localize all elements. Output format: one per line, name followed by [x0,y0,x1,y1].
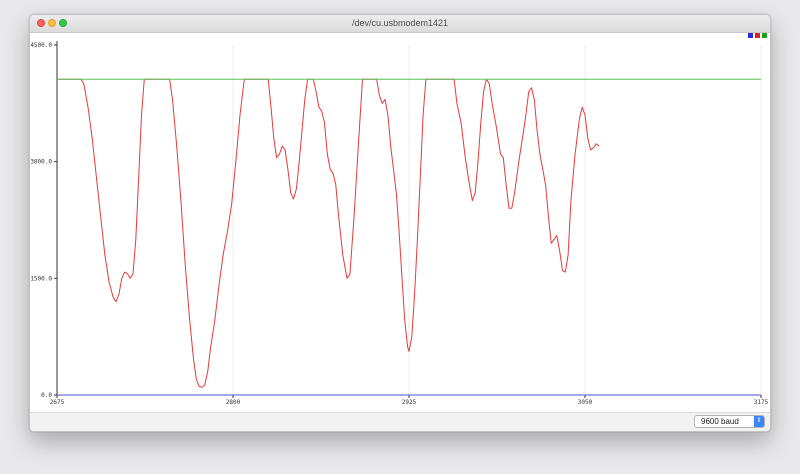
x-tick-label: 2925 [402,399,417,406]
x-tick-label: 3175 [754,399,769,406]
x-tick-label: 2800 [226,399,241,406]
title-bar[interactable]: /dev/cu.usbmodem1421 [30,15,770,33]
series-line-red [57,78,600,388]
plot-area: 4500.0 3000.0 1500.0 0.02675 2800 2925 3050 317… [30,41,769,406]
bottom-toolbar: 9600 baud ⇕ [30,412,770,431]
chevron-updown-icon: ⇕ [754,416,764,427]
serial-plotter-window: /dev/cu.usbmodem1421 4500.0 3000.0 1500.0 0… [29,14,771,432]
y-tick-label: 0.0 [41,392,52,399]
baud-rate-select[interactable]: 9600 baud ⇕ [694,415,765,428]
baud-rate-value: 9600 baud [701,417,739,426]
y-tick-label: 3000.0 [30,159,52,166]
window-title: /dev/cu.usbmodem1421 [351,18,449,28]
x-tick-label: 2675 [50,399,65,406]
x-tick-label: 3050 [578,399,593,406]
y-tick-label: 1500.0 [30,275,52,282]
y-tick-label: 4500.0 [30,42,52,49]
